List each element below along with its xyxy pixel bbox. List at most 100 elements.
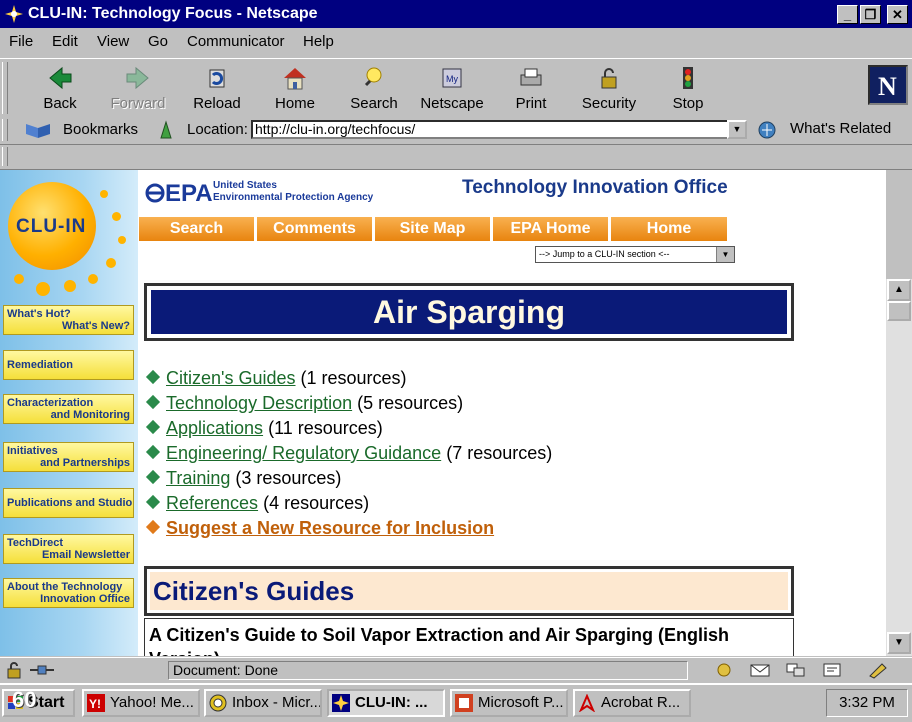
menu-help[interactable]: Help: [303, 33, 334, 50]
page-title-box: Air Sparging: [144, 283, 794, 341]
svg-text:My: My: [446, 74, 458, 84]
yahoo-icon: Y!: [87, 694, 105, 712]
office-title: Technology Innovation Office: [462, 177, 728, 198]
vertical-scrollbar[interactable]: ▲ ▼: [886, 279, 912, 656]
nav-home[interactable]: Home: [611, 217, 727, 241]
sidebar-item-about-tio[interactable]: About the Technology Innovation Office: [3, 578, 134, 608]
search-button[interactable]: Search: [338, 63, 410, 115]
nav-site-map[interactable]: Site Map: [375, 217, 493, 241]
window-title-bar[interactable]: CLU-IN: Technology Focus - Netscape _ ❐ …: [0, 0, 912, 28]
menu-view[interactable]: View: [97, 33, 129, 50]
menu-go[interactable]: Go: [148, 33, 168, 50]
svg-text:Y!: Y!: [89, 697, 101, 711]
location-icon[interactable]: [157, 120, 175, 140]
location-label: Location:: [187, 121, 248, 138]
home-button[interactable]: Home: [259, 63, 331, 115]
minimize-button[interactable]: _: [837, 5, 858, 24]
cluin-logo[interactable]: CLU-IN: [8, 182, 96, 270]
personal-toolbar-grip[interactable]: [2, 147, 8, 166]
component-bar-mail-icon[interactable]: [748, 661, 772, 679]
reload-icon: [209, 69, 225, 88]
diamond-bullet-icon: [145, 369, 161, 385]
status-bar: Document: Done: [0, 657, 912, 683]
sidebar-item-characterization[interactable]: Characterization and Monitoring: [3, 394, 134, 424]
netscape-app-icon: [4, 4, 24, 24]
taskbar-item-acrobat[interactable]: Acrobat R...: [573, 689, 691, 717]
sidebar-item-techdirect[interactable]: TechDirect Email Newsletter: [3, 534, 134, 564]
scroll-thumb[interactable]: [887, 301, 911, 321]
print-button[interactable]: Print: [495, 63, 567, 115]
logo-dot: [64, 280, 76, 292]
menu-edit[interactable]: Edit: [52, 33, 78, 50]
whats-related-button[interactable]: What's Related: [790, 120, 891, 137]
menu-communicator[interactable]: Communicator: [187, 33, 285, 50]
resource-link-technology-description[interactable]: Technology Description: [166, 393, 352, 413]
system-clock[interactable]: 3:32 PM: [826, 689, 908, 717]
jump-section-select[interactable]: --> Jump to a CLU-IN section <-- ▼: [535, 246, 735, 263]
component-bar-composer-icon[interactable]: [820, 661, 844, 679]
slide-page-number: 60: [12, 687, 37, 712]
resource-link-citizens-guides[interactable]: Citizen's Guides: [166, 368, 296, 388]
menu-file[interactable]: File: [9, 33, 33, 50]
location-grip[interactable]: [2, 119, 8, 141]
location-toolbar: Bookmarks Location: http://clu-in.org/te…: [0, 117, 912, 145]
resource-link-training[interactable]: Training: [166, 468, 230, 488]
logo-dot: [14, 274, 24, 284]
taskbar-item-inbox[interactable]: Inbox - Micr...: [204, 689, 322, 717]
page-content: CLU-IN What's Hot? What's New? Remediati…: [0, 170, 886, 656]
netscape-throbber-logo[interactable]: N: [868, 65, 908, 105]
page-title: Air Sparging: [151, 290, 787, 334]
nav-comments[interactable]: Comments: [257, 217, 375, 241]
component-bar-discussion-icon[interactable]: [784, 661, 808, 679]
diamond-bullet-icon: [145, 444, 161, 460]
bookmarks-icon[interactable]: [24, 120, 54, 140]
taskbar-item-yahoo[interactable]: Y! Yahoo! Me...: [82, 689, 200, 717]
stop-button[interactable]: Stop: [652, 63, 724, 115]
taskbar-item-cluin[interactable]: CLU-IN: ...: [327, 689, 445, 717]
resource-link-applications[interactable]: Applications: [166, 418, 263, 438]
cluin-sidebar: CLU-IN What's Hot? What's New? Remediati…: [0, 170, 138, 656]
stop-icon: [683, 67, 693, 89]
personal-toolbar: [0, 145, 912, 170]
back-button[interactable]: Back: [24, 63, 96, 115]
sidebar-item-initiatives[interactable]: Initiatives and Partnerships: [3, 442, 134, 472]
security-button[interactable]: Security: [573, 63, 645, 115]
resource-link-engineering-guidance[interactable]: Engineering/ Regulatory Guidance: [166, 443, 441, 463]
diamond-bullet-icon: [145, 419, 161, 435]
url-input[interactable]: http://clu-in.org/techfocus/: [251, 120, 735, 139]
resource-item: Technology Description (5 resources): [145, 393, 463, 414]
whats-related-icon[interactable]: [756, 120, 780, 140]
logo-dot: [36, 282, 50, 296]
url-dropdown-button[interactable]: ▼: [727, 120, 747, 139]
component-bar-edit-icon[interactable]: [866, 661, 890, 679]
search-icon: [364, 67, 382, 87]
resource-link-references[interactable]: References: [166, 493, 258, 513]
maximize-button[interactable]: ❐: [860, 5, 881, 24]
bookmarks-button[interactable]: Bookmarks: [63, 121, 138, 138]
netscape-app-icon: [332, 694, 350, 712]
scroll-down-button[interactable]: ▼: [887, 632, 911, 654]
netscape-button[interactable]: My Netscape: [416, 63, 488, 115]
taskbar-item-powerpoint[interactable]: Microsoft P...: [450, 689, 568, 717]
reload-button[interactable]: Reload: [181, 63, 253, 115]
toolbar-grip[interactable]: [2, 62, 8, 114]
sidebar-item-remediation[interactable]: Remediation: [3, 350, 134, 380]
nav-search[interactable]: Search: [139, 217, 257, 241]
resource-item: Engineering/ Regulatory Guidance (7 reso…: [145, 443, 552, 464]
logo-dot: [118, 236, 126, 244]
close-button[interactable]: ✕: [887, 5, 908, 24]
scroll-up-button[interactable]: ▲: [887, 279, 911, 301]
epa-logo[interactable]: EPA: [145, 180, 213, 208]
epa-agency-name: United States Environmental Protection A…: [213, 180, 374, 203]
suggest-resource-link[interactable]: Suggest a New Resource for Inclusion: [166, 518, 494, 538]
sidebar-item-publications[interactable]: Publications and Studio: [3, 488, 134, 518]
logo-dot: [88, 274, 98, 284]
logo-dot: [100, 190, 108, 198]
component-bar-navigator-icon[interactable]: [712, 661, 736, 679]
security-lock-icon[interactable]: [4, 661, 24, 679]
section-heading: Citizen's Guides: [150, 572, 788, 610]
nav-epa-home[interactable]: EPA Home: [493, 217, 611, 241]
forward-button[interactable]: Forward: [102, 63, 174, 115]
powerpoint-icon: [455, 694, 473, 712]
sidebar-item-whats-hot[interactable]: What's Hot? What's New?: [3, 305, 134, 335]
